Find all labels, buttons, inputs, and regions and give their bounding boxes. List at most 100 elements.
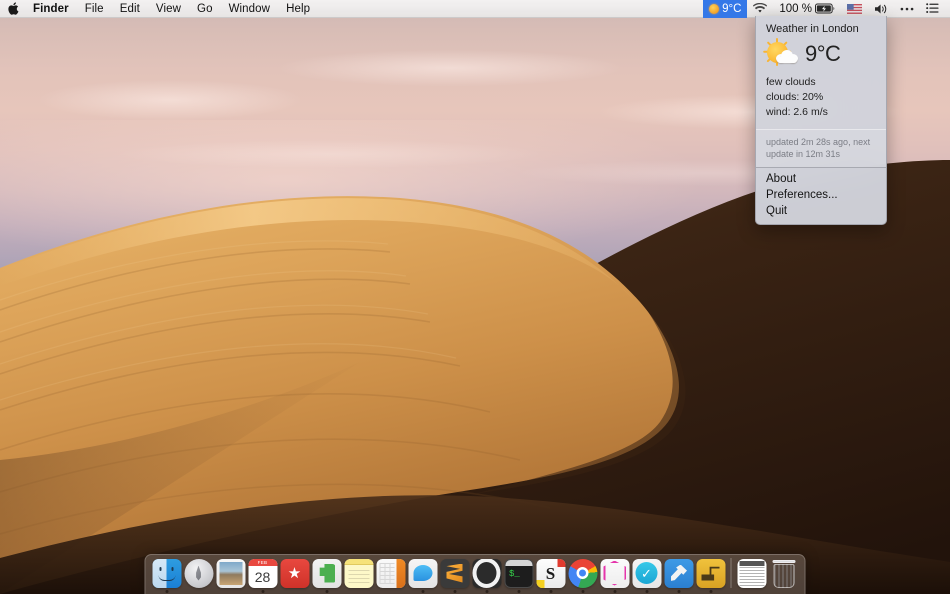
menu-item-preferences[interactable]: Preferences... xyxy=(756,187,886,203)
dock-item-trash[interactable] xyxy=(768,557,800,593)
dock-item-photos[interactable] xyxy=(215,557,247,593)
calendar-month: FEB xyxy=(248,559,277,566)
cloud-wisp xyxy=(280,50,620,86)
sun-cloud-icon xyxy=(709,4,719,14)
dock-item-opera[interactable] xyxy=(471,557,503,593)
dock-item-xcode[interactable] xyxy=(663,557,695,593)
wifi-icon xyxy=(753,3,767,14)
running-indicator xyxy=(165,590,168,593)
dock-item-sublime-text[interactable] xyxy=(439,557,471,593)
weather-temperature: 9°C xyxy=(805,43,840,65)
dock-item-numbers[interactable] xyxy=(375,557,407,593)
forklift-icon xyxy=(696,559,725,588)
volume-icon xyxy=(874,3,888,15)
weather-updated-status: updated 2m 28s ago, next update in 12m 3… xyxy=(756,129,886,167)
dock-item-things[interactable]: ✓ xyxy=(631,557,663,593)
dock-separator xyxy=(731,558,732,588)
star-app-icon xyxy=(280,559,309,588)
numbers-icon xyxy=(376,559,405,588)
status-input-source[interactable] xyxy=(841,0,868,18)
dock-item-graphql[interactable] xyxy=(599,557,631,593)
graphql-icon xyxy=(600,559,629,588)
dock-item-chrome[interactable] xyxy=(567,557,599,593)
dock-item-calendar[interactable]: FEB 28 xyxy=(247,557,279,593)
running-indicator xyxy=(421,590,424,593)
running-indicator xyxy=(453,590,456,593)
running-indicator xyxy=(357,590,360,593)
photos-icon xyxy=(216,559,245,588)
status-volume[interactable] xyxy=(868,0,894,18)
running-indicator xyxy=(549,590,552,593)
running-indicator xyxy=(782,590,785,593)
dock-item-messages[interactable] xyxy=(407,557,439,593)
weather-clouds: clouds: 20% xyxy=(766,90,876,105)
messages-icon xyxy=(408,559,437,588)
status-wifi[interactable] xyxy=(747,0,773,18)
sublime-text-icon xyxy=(440,559,469,588)
menu-bar-status-items[interactable]: 9°C 100 % xyxy=(703,0,950,17)
menu-go[interactable]: Go xyxy=(189,0,221,18)
opera-icon xyxy=(472,559,501,588)
weather-panel-current: 9°C xyxy=(756,39,886,73)
dock-item-sketch[interactable] xyxy=(535,557,567,593)
apple-logo-icon[interactable] xyxy=(7,1,20,17)
weather-condition: few clouds xyxy=(766,75,876,90)
running-indicator xyxy=(229,590,232,593)
launchpad-icon xyxy=(184,559,213,588)
weather-wind: wind: 2.6 m/s xyxy=(766,105,876,120)
running-indicator xyxy=(261,590,264,593)
menu-help[interactable]: Help xyxy=(278,0,318,18)
dock-item-reminders[interactable] xyxy=(279,557,311,593)
running-indicator xyxy=(293,590,296,593)
menu-item-quit[interactable]: Quit xyxy=(756,203,886,219)
status-notification-center[interactable] xyxy=(920,0,945,18)
dock-item-notes[interactable] xyxy=(343,557,375,593)
sketch-icon xyxy=(536,559,565,588)
menu-window[interactable]: Window xyxy=(221,0,279,18)
running-indicator xyxy=(677,590,680,593)
menu-file[interactable]: File xyxy=(77,0,112,18)
menu-bar-app-menus[interactable]: Finder File Edit View Go Window Help xyxy=(0,0,318,17)
terminal-icon: $_ xyxy=(504,559,533,588)
running-indicator xyxy=(709,590,712,593)
menu-item-about[interactable]: About xyxy=(756,171,886,187)
status-battery[interactable]: 100 % xyxy=(773,0,841,18)
running-indicator xyxy=(389,590,392,593)
things-icon: ✓ xyxy=(632,559,661,588)
running-indicator xyxy=(197,590,200,593)
menu-edit[interactable]: Edit xyxy=(112,0,148,18)
weather-panel-title: Weather in London xyxy=(756,16,886,39)
calendar-icon: FEB 28 xyxy=(248,559,277,588)
status-weather[interactable]: 9°C xyxy=(703,0,747,18)
dock-item-evernote[interactable] xyxy=(311,557,343,593)
evernote-icon xyxy=(312,559,341,588)
dock-item-forklift[interactable] xyxy=(695,557,727,593)
battery-charging-icon xyxy=(815,3,835,14)
weather-details: few clouds clouds: 20% wind: 2.6 m/s xyxy=(756,73,886,129)
running-indicator xyxy=(750,590,753,593)
finder-icon xyxy=(152,559,181,588)
dock-item-launchpad[interactable] xyxy=(183,557,215,593)
calendar-day: 28 xyxy=(248,566,277,588)
dock-item-terminal[interactable]: $_ xyxy=(503,557,535,593)
running-indicator xyxy=(581,590,584,593)
terminal-prompt: $_ xyxy=(509,570,520,579)
running-indicator xyxy=(645,590,648,593)
dock-item-finder[interactable] xyxy=(151,557,183,593)
dock[interactable]: FEB 28 xyxy=(145,554,806,594)
menu-view[interactable]: View xyxy=(148,0,189,18)
chrome-icon xyxy=(568,559,597,588)
dock-item-document[interactable] xyxy=(736,557,768,593)
sun-behind-cloud-icon xyxy=(766,39,800,69)
document-icon xyxy=(737,559,766,588)
list-icon xyxy=(926,3,939,14)
checkmark-icon: ✓ xyxy=(641,567,652,580)
status-control-center[interactable] xyxy=(894,0,920,18)
cloud-wisp xyxy=(40,80,300,120)
notes-icon xyxy=(344,559,373,588)
us-flag-icon xyxy=(847,4,862,14)
battery-percent-label: 100 % xyxy=(779,3,812,15)
weather-dropdown-panel[interactable]: Weather in London 9°C few clouds clouds:… xyxy=(755,16,887,225)
menu-finder[interactable]: Finder xyxy=(25,0,77,18)
weather-panel-menu[interactable]: About Preferences... Quit xyxy=(756,168,886,224)
